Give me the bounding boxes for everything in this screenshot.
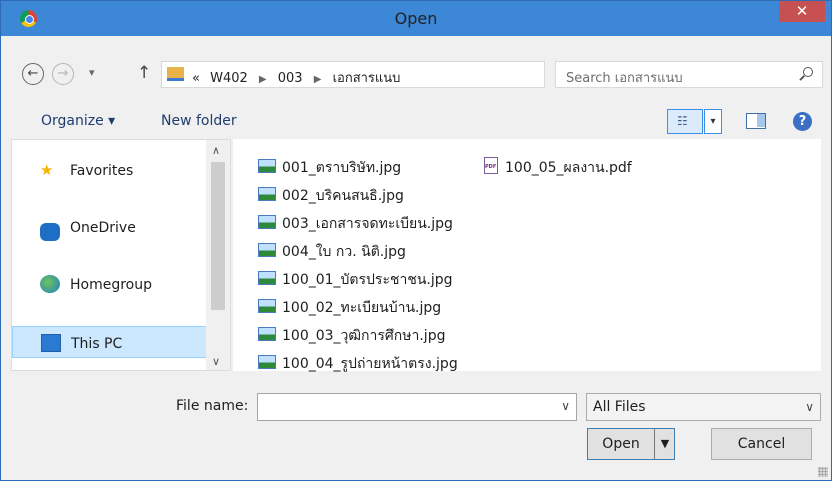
list-item[interactable]: 100_04_รูปถ่ายหน้าตรง.jpg (258, 352, 478, 372)
file-name: 100_02_ทะเบียนบ้าน.jpg (282, 300, 442, 316)
file-name: 003_เอกสารจดทะเบียน.jpg (282, 216, 453, 232)
nav-item-label: OneDrive (70, 220, 136, 236)
organize-button[interactable]: Organize ▾ (41, 113, 115, 129)
file-type-value: All Files (593, 399, 646, 415)
pdf-file-icon (484, 157, 498, 174)
list-item[interactable]: 004_ใบ กว. นิติ.jpg (258, 240, 478, 260)
open-options-dropdown[interactable]: ▼ (654, 429, 675, 459)
image-file-icon (258, 215, 276, 229)
star-icon: ★ (40, 161, 54, 179)
search-icon (803, 67, 813, 77)
title-bar[interactable]: Open ✕ (1, 1, 831, 36)
open-label: Open (602, 436, 640, 452)
file-name: 100_03_วุฒิการศึกษา.jpg (282, 328, 446, 344)
recent-locations-dropdown[interactable]: ▾ (89, 66, 95, 79)
image-file-icon (258, 271, 276, 285)
file-name-label: File name: (176, 398, 249, 414)
image-file-icon (258, 187, 276, 201)
nav-item-label: Favorites (70, 163, 134, 179)
list-item[interactable]: 100_05_ผลงาน.pdf (481, 156, 661, 176)
scroll-down-icon[interactable]: ∨ (212, 355, 220, 368)
file-name: 100_01_บัตรประชาชน.jpg (282, 272, 453, 288)
toolbar: Organize ▾ New folder ☷ ▾ ? (1, 105, 831, 138)
breadcrumb-item[interactable]: เอกสารแนบ (333, 71, 401, 86)
search-placeholder: Search เอกสารแนบ (566, 71, 683, 86)
image-file-icon (258, 299, 276, 313)
file-name: 004_ใบ กว. นิติ.jpg (282, 244, 406, 260)
file-name: 100_04_รูปถ่ายหน้าตรง.jpg (282, 356, 458, 372)
preview-pane-icon[interactable] (746, 113, 766, 129)
image-file-icon (258, 159, 276, 173)
list-item[interactable]: 100_01_บัตรประชาชน.jpg (258, 268, 478, 288)
open-dialog: Open ✕ ← → ▾ ↑ « W402 ▶ 003 ▶ เอกสารแนบ … (0, 0, 832, 481)
search-input[interactable]: Search เอกสารแนบ (555, 61, 823, 88)
nav-item-label: Homegroup (70, 277, 153, 293)
close-button[interactable]: ✕ (779, 1, 825, 22)
chevron-right-icon[interactable]: ▶ (259, 74, 267, 85)
address-row: ← → ▾ ↑ « W402 ▶ 003 ▶ เอกสารแนบ ∨ ↻ Sea… (1, 56, 831, 96)
file-name: 002_บริคนสนธิ.jpg (282, 188, 404, 204)
chevron-down-icon: ∨ (805, 400, 814, 414)
homegroup-icon (40, 275, 60, 293)
scroll-up-icon[interactable]: ∧ (212, 144, 220, 157)
change-view-button[interactable]: ☷ (667, 109, 703, 134)
dialog-title: Open (394, 9, 438, 28)
folder-icon (167, 67, 184, 81)
forward-button[interactable]: → (52, 63, 74, 85)
navigation-pane: ★ Favorites OneDrive Homegroup This PC ∧… (11, 139, 231, 371)
breadcrumb: « W402 ▶ 003 ▶ เอกสารแนบ (192, 67, 400, 88)
nav-item-favorites[interactable]: ★ Favorites (12, 154, 208, 186)
chevron-down-icon[interactable]: ∨ (561, 399, 570, 413)
scroll-thumb[interactable] (211, 162, 225, 310)
address-bar[interactable]: « W402 ▶ 003 ▶ เอกสารแนบ ∨ ↻ (161, 61, 695, 88)
resize-grip[interactable] (818, 467, 828, 477)
list-item[interactable]: 001_ตราบริษัท.jpg (258, 156, 478, 176)
list-item[interactable]: 100_02_ทะเบียนบ้าน.jpg (258, 296, 478, 316)
breadcrumb-item[interactable]: W402 (210, 71, 248, 86)
nav-scrollbar[interactable]: ∧ ∨ (206, 140, 230, 370)
list-item[interactable]: 003_เอกสารจดทะเบียน.jpg (258, 212, 478, 232)
cloud-icon (40, 223, 60, 241)
nav-item-onedrive[interactable]: OneDrive (12, 211, 208, 243)
open-button[interactable]: Open ▼ (587, 428, 675, 460)
nav-item-label: This PC (71, 336, 123, 352)
file-name: 100_05_ผลงาน.pdf (505, 160, 632, 176)
cancel-button[interactable]: Cancel (711, 428, 812, 460)
breadcrumb-item[interactable]: 003 (278, 71, 303, 86)
new-folder-button[interactable]: New folder (161, 113, 237, 129)
chevron-right-icon[interactable]: ▶ (314, 74, 322, 85)
file-name-field[interactable]: ∨ (257, 393, 577, 421)
file-name: 001_ตราบริษัท.jpg (282, 160, 402, 176)
image-file-icon (258, 327, 276, 341)
nav-item-this-pc[interactable]: This PC (12, 326, 208, 358)
nav-item-homegroup[interactable]: Homegroup (12, 268, 208, 300)
image-file-icon (258, 243, 276, 257)
view-options-dropdown[interactable]: ▾ (704, 109, 722, 134)
computer-icon (41, 334, 61, 352)
file-list: 001_ตราบริษัท.jpg 002_บริคนสนธิ.jpg 003_… (233, 139, 821, 372)
list-item[interactable]: 002_บริคนสนธิ.jpg (258, 184, 478, 204)
image-file-icon (258, 355, 276, 369)
list-item[interactable]: 100_03_วุฒิการศึกษา.jpg (258, 324, 478, 344)
list-view-icon: ☷ (677, 114, 688, 128)
up-arrow-icon[interactable]: ↑ (137, 63, 151, 83)
help-icon[interactable]: ? (793, 112, 812, 131)
back-button[interactable]: ← (22, 63, 44, 85)
breadcrumb-overflow[interactable]: « (192, 71, 200, 86)
file-type-select[interactable]: All Files ∨ (586, 393, 821, 421)
